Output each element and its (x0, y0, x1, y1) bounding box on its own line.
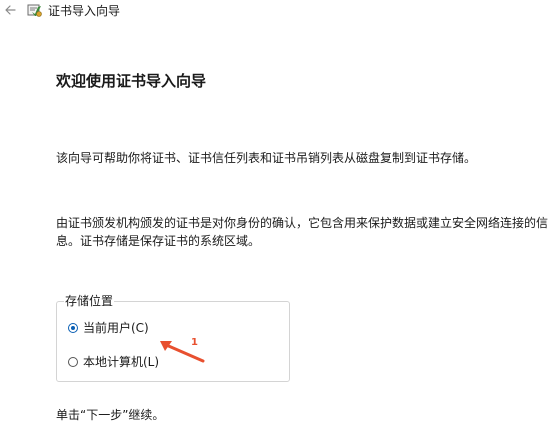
radio-checked-icon (68, 323, 78, 333)
radio-unchecked-icon (68, 357, 78, 367)
back-arrow-icon (5, 5, 16, 15)
title-bar: 证书导入向导 (0, 0, 554, 22)
radio-current-user[interactable]: 当前用户(C) (68, 320, 149, 336)
radio-local-machine[interactable]: 本地计算机(L) (68, 354, 159, 370)
storage-location-legend: 存储位置 (64, 293, 115, 309)
window-title: 证书导入向导 (48, 4, 121, 18)
radio-current-user-label: 当前用户(C) (83, 321, 149, 335)
footer-instruction: 单击“下一步”继续。 (56, 408, 165, 422)
intro-text: 该向导可帮助你将证书、证书信任列表和证书吊销列表从磁盘复制到证书存储。 (56, 151, 477, 165)
annotation-number: 1 (191, 337, 198, 348)
annotation-arrow-icon (160, 341, 205, 363)
back-button[interactable] (2, 2, 18, 18)
certificate-icon (26, 2, 43, 19)
certificate-import-wizard: 证书导入向导 欢迎使用证书导入向导 该向导可帮助你将证书、证书信任列表和证书吊销… (0, 0, 554, 428)
page-title: 欢迎使用证书导入向导 (56, 72, 207, 90)
description-text: 由证书颁发机构颁发的证书是对你身份的确认，它包含用来保护数据或建立安全网络连接的… (56, 216, 549, 248)
radio-local-machine-label: 本地计算机(L) (83, 355, 160, 369)
